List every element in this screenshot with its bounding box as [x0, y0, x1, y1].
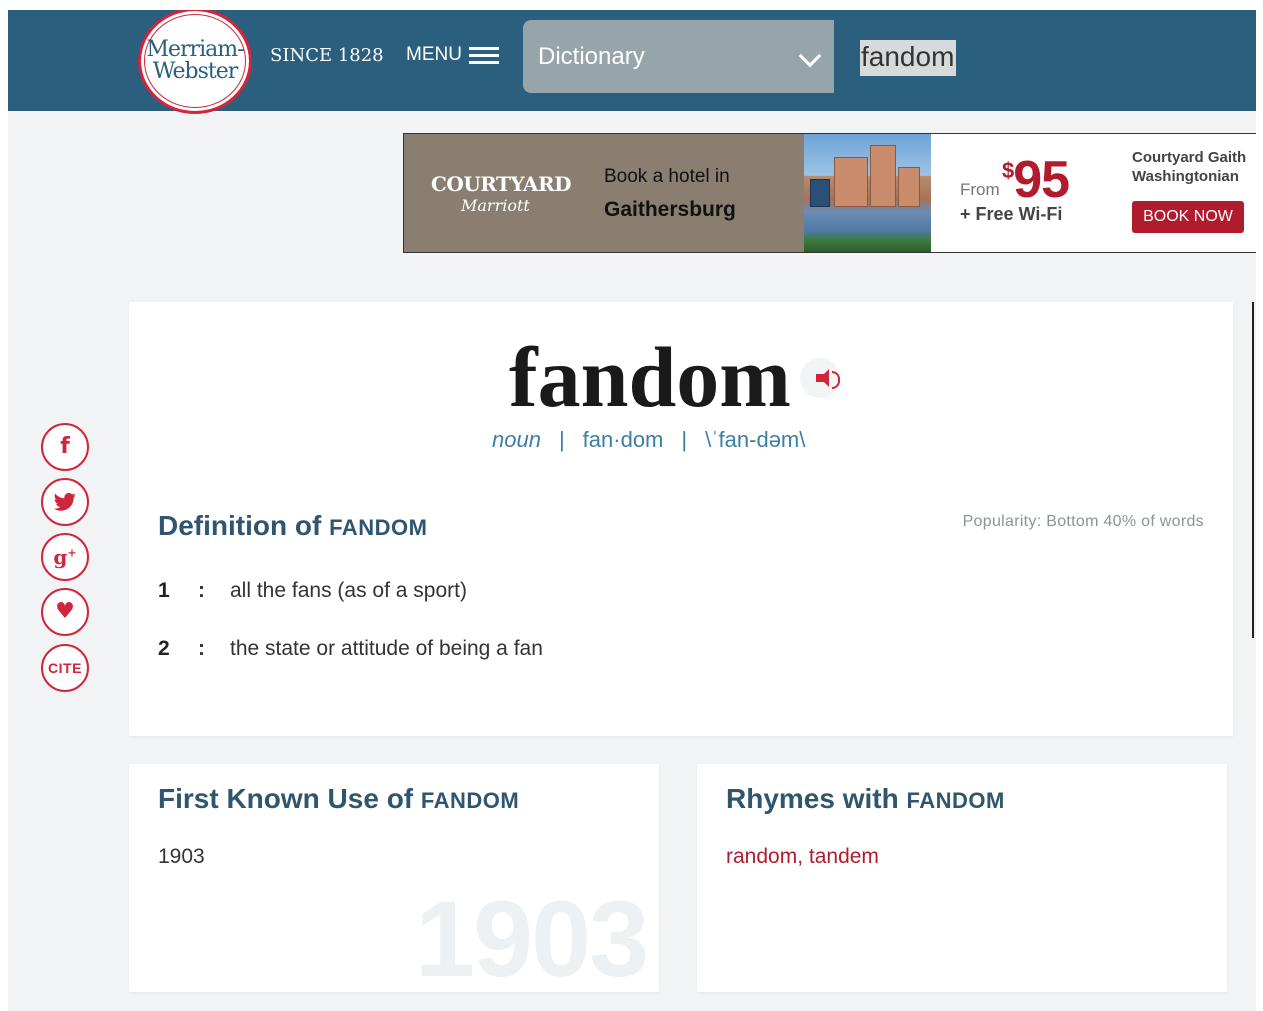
ad-hotel-photo — [804, 134, 931, 252]
pronunciation: \ˈfan-dəm\ — [705, 427, 806, 452]
ad-from-label: From — [960, 180, 1000, 199]
definition-heading: Definition of FANDOM — [158, 510, 427, 542]
twitter-icon — [54, 492, 76, 511]
definition-heading-label: Definition of — [158, 510, 322, 541]
first-known-use-card: 1903 First Known Use of FANDOM 1903 — [129, 764, 659, 992]
ad-brand-name: COURTYARD — [431, 172, 571, 196]
rhymes-heading: Rhymes with FANDOM — [726, 783, 1005, 815]
book-now-button[interactable]: BOOK NOW — [1132, 201, 1244, 233]
scrollbar-edge — [1252, 302, 1254, 638]
sense-colon: : — [198, 579, 205, 602]
facebook-share-button[interactable]: f — [41, 423, 89, 471]
part-of-speech-link[interactable]: noun — [492, 427, 541, 453]
dictionary-select-value: Dictionary — [538, 42, 645, 70]
definition-heading-word: FANDOM — [329, 515, 428, 540]
since-tagline: SINCE 1828 — [270, 45, 384, 66]
hotel-ad-banner[interactable]: COURTYARD Marriott Book a hotel in Gaith… — [403, 133, 1256, 253]
save-favorite-button[interactable]: ♥ — [41, 588, 89, 636]
sense-text: the state or attitude of being a fan — [230, 637, 543, 660]
headword: fandom — [509, 329, 791, 425]
cite-label: CITE — [48, 660, 82, 676]
search-input[interactable] — [834, 20, 1256, 93]
ad-price-currency: $ — [1002, 158, 1014, 183]
ad-hotel-name: Courtyard Gaith Washingtonian — [1132, 148, 1256, 186]
ad-brand-sub: Marriott — [461, 196, 530, 215]
rhymes-heading-label: Rhymes with — [726, 783, 899, 814]
menu-button[interactable]: MENU — [406, 44, 499, 66]
sense-1: 1 : all the fans (as of a sport) — [158, 579, 467, 603]
first-known-use-heading-word: FANDOM — [420, 788, 520, 813]
dictionary-select[interactable]: Dictionary — [523, 20, 834, 93]
cite-button[interactable]: CITE — [41, 644, 89, 692]
first-known-use-heading: First Known Use of FANDOM — [158, 783, 519, 815]
ad-brand-panel: COURTYARD Marriott Book a hotel in Gaith… — [404, 134, 804, 252]
sense-number: 2 — [158, 637, 170, 660]
ad-hotel-name-line-1: Courtyard Gaith — [1132, 149, 1247, 166]
sense-text: all the fans (as of a sport) — [230, 579, 467, 602]
rhymes-list: random, tandem — [726, 845, 879, 869]
ad-book-text: Book a hotel in — [604, 166, 730, 187]
menu-label: MENU — [406, 44, 462, 65]
page: Merriam- Webster SINCE 1828 MENU Diction… — [8, 10, 1256, 1011]
sense-number: 1 — [158, 579, 170, 602]
logo-line-2: Webster — [152, 59, 239, 84]
sense-2: 2 : the state or attitude of being a fan — [158, 637, 543, 661]
attr-separator: | — [558, 427, 565, 452]
word-attributes: noun | fan·dom | \ˈfan-dəm\ — [492, 427, 805, 453]
rhymes-heading-word: FANDOM — [906, 788, 1005, 813]
site-header: Merriam- Webster SINCE 1828 MENU Diction… — [8, 10, 1256, 114]
popularity-text: Popularity: Bottom 40% of words — [962, 513, 1204, 530]
rhyme-link-tandem[interactable]: tandem — [809, 845, 879, 868]
pronunciation-audio-button[interactable] — [800, 358, 840, 398]
first-known-use-heading-label: First Known Use of — [158, 783, 414, 814]
ad-hotel-name-line-2: Washingtonian — [1132, 168, 1239, 185]
twitter-share-button[interactable] — [41, 478, 89, 526]
hamburger-icon — [468, 46, 499, 64]
attr-separator: | — [681, 427, 688, 452]
ad-price: $95 — [1002, 150, 1070, 210]
ad-wifi: + Free Wi-Fi — [960, 204, 1063, 224]
speaker-icon — [816, 369, 840, 389]
heart-icon: ♥ — [55, 599, 75, 624]
rhyme-separator: , — [797, 845, 809, 868]
entry-card: fandom noun | fan·dom | \ˈfan-dəm\ Defin… — [129, 302, 1233, 736]
ad-price-amount: 95 — [1013, 151, 1070, 209]
rhyme-link-random[interactable]: random — [726, 845, 797, 868]
logo-line-1: Merriam- — [146, 37, 244, 62]
google-plus-share-button[interactable]: g+ — [41, 533, 89, 581]
year-watermark: 1903 — [415, 878, 649, 992]
facebook-icon: f — [60, 434, 70, 459]
sense-colon: : — [198, 637, 205, 660]
first-known-use-year: 1903 — [158, 845, 205, 868]
chevron-down-icon — [798, 44, 822, 68]
merriam-webster-logo[interactable]: Merriam- Webster — [138, 10, 252, 114]
rhymes-card: Rhymes with FANDOM random, tandem — [697, 764, 1227, 992]
syllables: fan·dom — [582, 427, 664, 452]
ad-city: Gaithersburg — [604, 198, 736, 221]
google-plus-icon: g+ — [53, 545, 77, 569]
